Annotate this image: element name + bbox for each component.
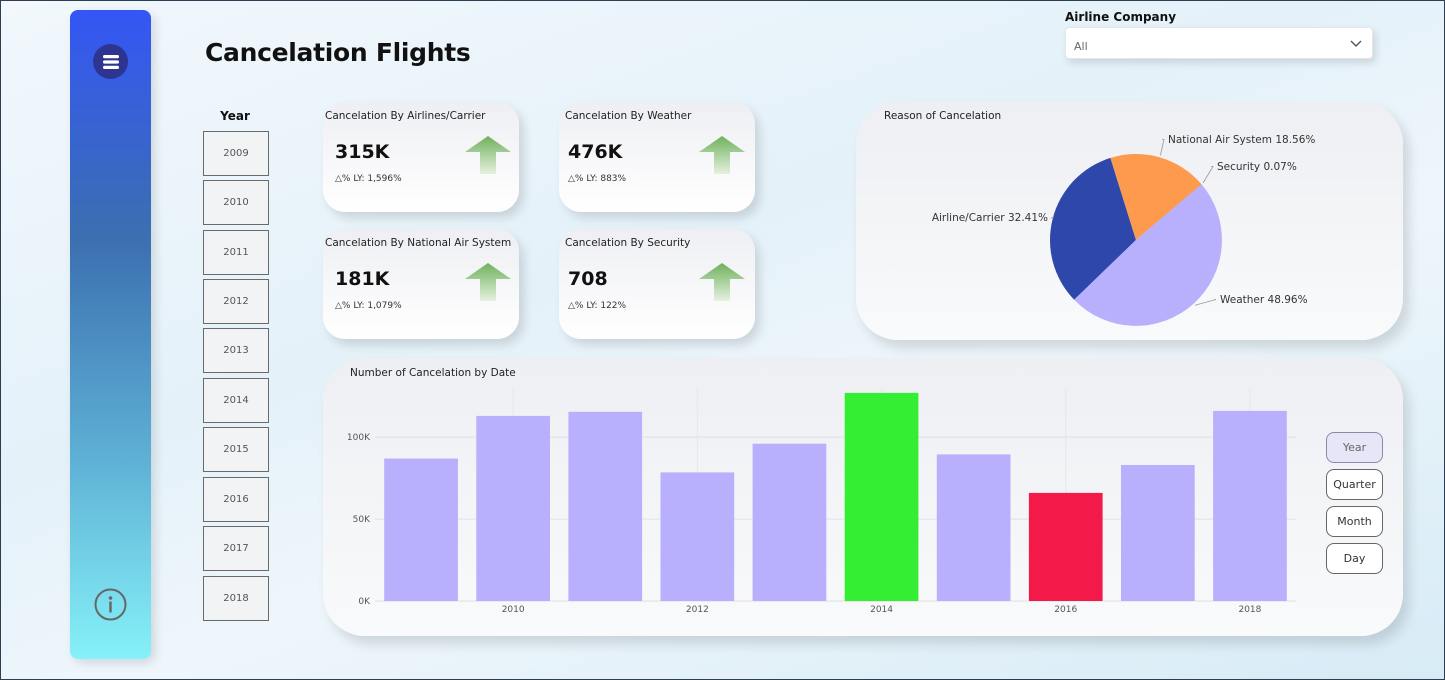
bar-chart-panel: Number of Cancelation by Date 0K 50K 100K 2… [323,358,1403,636]
pie-data-label: National Air System 18.56% [1168,134,1315,146]
x-tick-label: 2010 [502,605,525,615]
year-slicer-label: Year [220,109,250,123]
pie-data-label: Airline/Carrier 32.41% [932,212,1048,224]
x-tick-label: 2016 [1054,605,1077,615]
kpi-card-ly-change: △% LY: 883% [568,174,627,184]
year-button-2015[interactable]: 2015 [203,427,269,472]
bar-2010[interactable] [476,415,550,601]
pie-leader-line [1202,166,1214,184]
menu-button[interactable] [93,44,128,79]
granularity-quarter-button[interactable]: Quarter [1326,469,1383,500]
year-button-2014[interactable]: 2014 [203,378,269,423]
menu-icon [102,54,119,69]
kpi-card-value: 708 [568,268,608,290]
bar-2017[interactable] [1121,465,1195,601]
year-button-2017[interactable]: 2017 [203,526,269,571]
kpi-card-national-air-system: Cancelation By National Air System 181K … [323,229,519,339]
kpi-card-title: Cancelation By Weather [565,110,692,122]
chevron-down-icon [1350,40,1362,47]
kpi-card-value: 315K [335,141,390,163]
bar-2016[interactable] [1028,492,1103,601]
granularity-month-button[interactable]: Month [1326,506,1383,537]
kpi-card-value: 181K [335,268,390,290]
info-button[interactable] [94,588,127,621]
airline-company-dropdown[interactable]: All [1065,27,1373,59]
bar-2011[interactable] [568,411,643,601]
kpi-card-ly-change: △% LY: 122% [568,301,627,311]
pie-chart: Airline/Carrier 32.41% National Air Syste… [932,134,1315,326]
bar-2009[interactable] [384,458,458,602]
up-arrow-icon [465,263,511,301]
sidebar [70,10,151,659]
x-tick-label: 2012 [686,605,709,615]
pie-leader-line [1194,299,1217,306]
bar-2014[interactable] [844,392,919,601]
x-tick-label: 2014 [870,605,893,615]
pie-data-label: Security 0.07% [1217,161,1297,173]
pie-data-label: Weather 48.96% [1220,294,1308,306]
airline-dropdown-value: All [1074,40,1088,53]
bar-2013[interactable] [752,443,827,601]
kpi-card-title: Cancelation By National Air System [325,237,512,249]
kpi-card-airline-carrier: Cancelation By Airlines/Carrier 315K △% … [323,102,519,212]
kpi-card-ly-change: △% LY: 1,596% [335,174,402,184]
year-button-2009[interactable]: 2009 [203,131,269,176]
y-tick-label: 0K [358,597,371,607]
kpi-card-weather: Cancelation By Weather 476K △% LY: 883% [559,102,755,212]
x-tick-label: 2018 [1238,605,1261,615]
year-button-2013[interactable]: 2013 [203,328,269,373]
up-arrow-icon [699,263,745,301]
y-tick-label: 100K [347,433,371,443]
kpi-card-ly-change: △% LY: 1,079% [335,301,402,311]
up-arrow-icon [465,136,511,174]
kpi-card-title: Cancelation By Security [565,237,691,249]
airline-filter-label: Airline Company [1065,10,1177,24]
bar-chart: 0K 50K 100K 2010 2012 2014 2016 2018 [347,388,1296,615]
pie-leader-line [1160,139,1165,156]
info-icon [94,588,127,621]
kpi-card-security: Cancelation By Security 708 △% LY: 122% [559,229,755,339]
year-button-2012[interactable]: 2012 [203,279,269,324]
page-title: Cancelation Flights [205,38,471,67]
year-button-2016[interactable]: 2016 [203,477,269,522]
year-button-2018[interactable]: 2018 [203,576,269,621]
y-tick-label: 50K [353,515,371,525]
granularity-year-button[interactable]: Year [1326,432,1383,463]
kpi-card-value: 476K [568,141,623,163]
year-button-2010[interactable]: 2010 [203,180,269,225]
year-button-2011[interactable]: 2011 [203,230,269,275]
bar-2015[interactable] [936,454,1011,601]
up-arrow-icon [699,136,745,174]
granularity-day-button[interactable]: Day [1326,543,1383,574]
pie-chart-panel: Reason of Cancelation Airline/Carrier 32… [856,102,1403,340]
bar-2018[interactable] [1213,410,1287,601]
bar-2012[interactable] [660,472,735,601]
kpi-card-title: Cancelation By Airlines/Carrier [325,110,486,122]
